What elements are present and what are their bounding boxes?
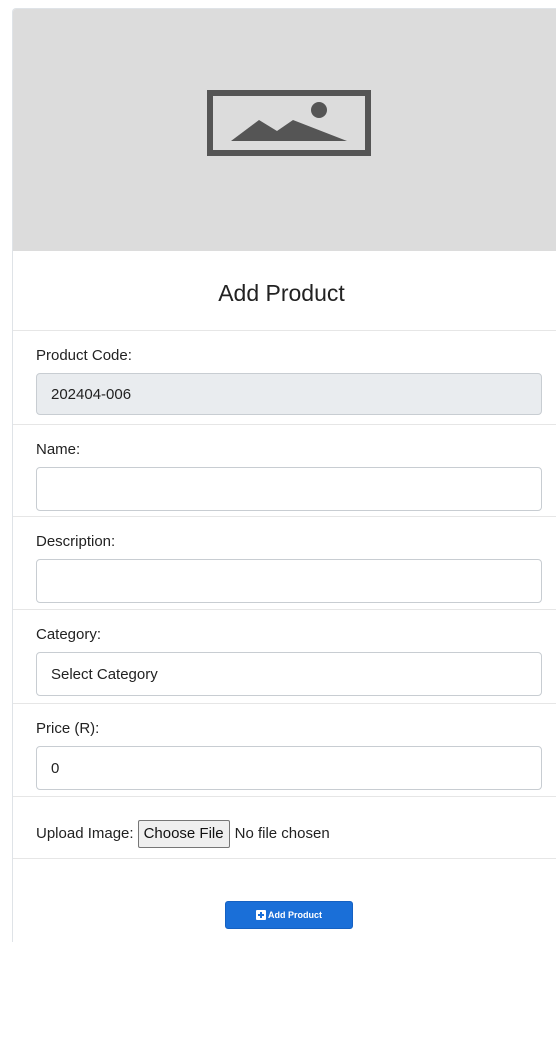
product-code-label: Product Code: <box>36 347 132 364</box>
name-label: Name: <box>36 441 81 458</box>
add-product-button-label: Add Product <box>268 910 322 920</box>
title-row: Add Product <box>13 251 556 331</box>
add-product-card: Add Product Product Code: 202404-006 Nam… <box>12 8 556 942</box>
plus-square-icon <box>256 910 266 920</box>
name-input[interactable] <box>36 467 542 511</box>
product-code-group: Product Code: 202404-006 <box>13 331 556 425</box>
add-product-button[interactable]: Add Product <box>225 901 353 929</box>
upload-group: Upload Image: Choose File No file chosen <box>13 797 556 859</box>
image-placeholder-icon <box>206 90 371 156</box>
price-group: Price (R): 0 <box>13 704 556 797</box>
upload-image-label: Upload Image: <box>36 825 134 842</box>
file-status-text: No file chosen <box>234 825 330 842</box>
name-group: Name: <box>13 425 556 517</box>
price-input[interactable]: 0 <box>36 746 542 790</box>
product-image-placeholder <box>13 9 556 251</box>
description-group: Description: <box>13 517 556 610</box>
card-footer: Add Product <box>13 859 556 1059</box>
description-label: Description: <box>36 533 116 550</box>
page-title: Add Product <box>218 280 345 306</box>
price-label: Price (R): <box>36 720 100 737</box>
category-select[interactable]: Select Category <box>36 652 542 696</box>
product-code-field: 202404-006 <box>36 373 542 415</box>
category-label: Category: <box>36 626 102 643</box>
category-group: Category: Select Category <box>13 610 556 704</box>
description-input[interactable] <box>36 559 542 603</box>
choose-file-button[interactable]: Choose File <box>137 819 230 848</box>
